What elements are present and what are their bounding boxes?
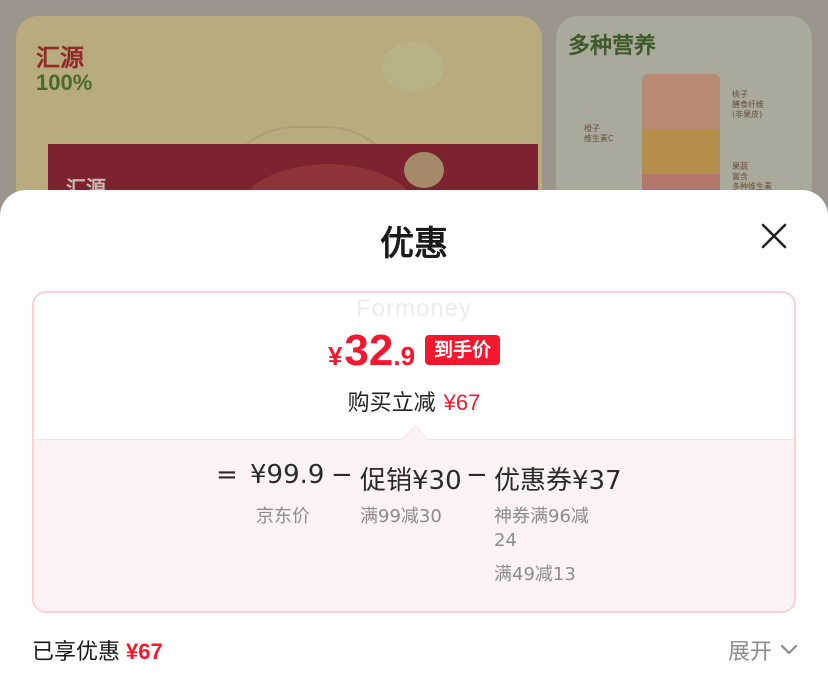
enjoyed-discount: 已享优惠 ¥67: [32, 634, 163, 666]
final-price-tag: 到手价: [425, 335, 501, 365]
nutrition-label: 果蔬 富含 多种维生素: [732, 162, 772, 191]
watermark: Formoney: [355, 295, 473, 322]
lion-illustration: [404, 152, 444, 188]
brand-percent: 100%: [36, 70, 93, 95]
enjoyed-label: 已享优惠: [32, 640, 121, 665]
brand-logo: 汇源: [36, 43, 84, 72]
coupon-description-cont: 24: [494, 530, 517, 551]
savings-amount: ¥67: [443, 390, 481, 415]
orange-layer: [642, 130, 720, 174]
minus-sign: −: [331, 460, 353, 490]
final-price-row: ¥ 32 .9 到手价: [34, 329, 794, 373]
nutrition-label: 桃子 膳食纤维 (非果皮): [732, 90, 764, 119]
expand-label: 展开: [727, 640, 772, 665]
savings-row: 购买立减 ¥67: [34, 385, 794, 417]
price-decimal: .9: [393, 341, 416, 371]
equals-sign: =: [216, 460, 238, 490]
nutrition-title: 多种营养: [568, 33, 657, 59]
coupon-description: 神券满96减: [494, 506, 589, 527]
price-summary-box: Formoney ¥ 32 .9 到手价 购买立减 ¥67 = ¥99.9 − 促…: [32, 291, 796, 613]
pointer-arrow: [402, 425, 428, 440]
final-price: ¥ 32 .9: [328, 329, 415, 373]
coupon-discount: 优惠券¥37: [494, 466, 622, 496]
close-icon: [761, 223, 787, 249]
expand-button[interactable]: 展开: [728, 634, 798, 666]
promo-discount: 促销¥30: [360, 466, 462, 496]
minus-sign: −: [466, 460, 488, 490]
currency-symbol: ¥: [327, 341, 343, 371]
discount-bottom-sheet: 优惠 Formoney ¥ 32 .9 到手价 购买立减 ¥67 = ¥99.9 …: [0, 190, 828, 680]
enjoyed-amount: ¥67: [126, 639, 163, 664]
sheet-title: 优惠: [380, 224, 448, 264]
savings-label: 购买立减: [347, 391, 436, 416]
chevron-down-icon: [780, 644, 798, 655]
coupon-description: 满49减13: [494, 564, 576, 585]
price-breakdown: = ¥99.9 − 促销¥30 − 优惠券¥37 京东价 满99减30 神券满9…: [34, 439, 794, 611]
lemon-illustration: [382, 42, 444, 92]
base-price-label: 京东价: [256, 506, 310, 527]
nutrition-label: 橙子 维生素C: [584, 124, 614, 143]
promo-description: 满99减30: [360, 506, 442, 527]
price-integer: 32: [344, 326, 394, 375]
base-price: ¥99.9: [250, 460, 325, 490]
close-button[interactable]: [758, 220, 790, 252]
